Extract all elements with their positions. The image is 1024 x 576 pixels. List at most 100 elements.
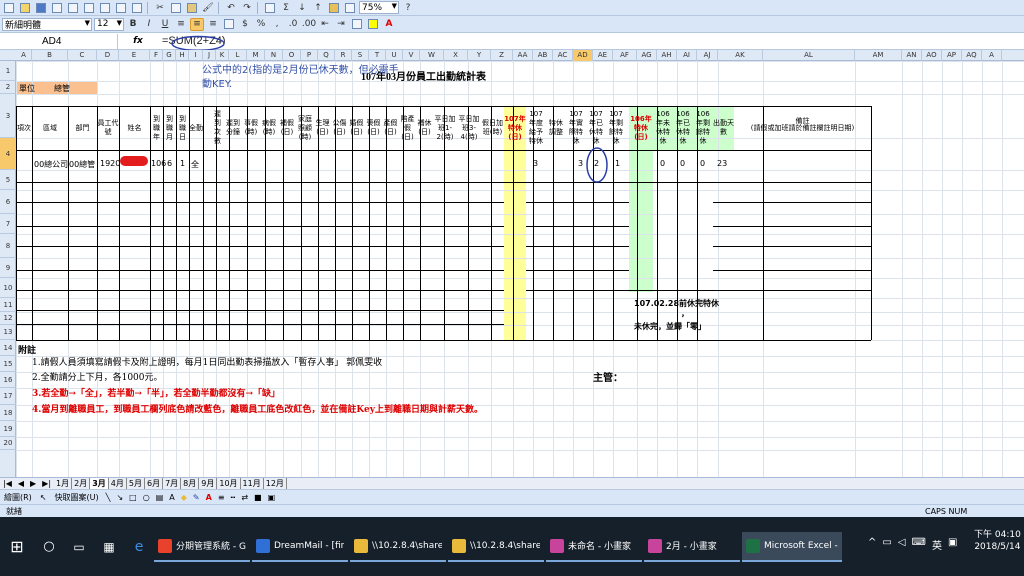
format-painter-icon[interactable]: 🖌 <box>201 1 215 14</box>
volume-icon[interactable]: ◁ <box>898 537 906 552</box>
tab-first-icon[interactable]: |◀ <box>3 479 12 488</box>
taskbar-app[interactable]: 未命名 - 小畫家 <box>546 532 642 562</box>
network-icon[interactable]: ▭ <box>882 537 891 552</box>
column-header[interactable]: L <box>229 50 247 61</box>
column-header[interactable]: AB <box>533 50 553 61</box>
sheet-tab[interactable]: 8月 <box>181 478 200 489</box>
comma-button[interactable]: , <box>270 18 284 31</box>
increase-decimal-icon[interactable]: .0 <box>286 18 300 31</box>
clock[interactable]: 下午 04:10 2018/5/14 <box>974 529 1021 553</box>
line-icon[interactable]: ╲ <box>106 493 111 502</box>
borders-icon[interactable] <box>350 18 364 31</box>
row-header[interactable]: 19 <box>0 421 16 437</box>
ime-indicator[interactable]: 英 <box>932 537 942 552</box>
tray-arrow-icon[interactable]: ^ <box>868 537 876 552</box>
arrow-style-icon[interactable]: ⇄ <box>241 493 248 502</box>
rectangle-icon[interactable]: □ <box>129 493 137 502</box>
draw-menu[interactable]: 繪圖(R) <box>4 492 32 503</box>
oval-icon[interactable]: ○ <box>143 493 150 502</box>
column-header[interactable]: P <box>301 50 318 61</box>
decrease-indent-icon[interactable]: ⇤ <box>318 18 332 31</box>
row-header[interactable]: 20 <box>0 437 16 450</box>
research-icon[interactable] <box>130 1 144 14</box>
autosum-icon[interactable]: Σ <box>279 1 293 14</box>
sheet-tab[interactable]: 6月 <box>145 478 164 489</box>
column-header[interactable]: Y <box>468 50 491 61</box>
column-header[interactable]: J <box>203 50 216 61</box>
column-header[interactable]: O <box>283 50 301 61</box>
row-header[interactable]: 12 <box>0 312 16 325</box>
tab-prev-icon[interactable]: ◀ <box>18 479 24 488</box>
wordart-icon[interactable]: A <box>169 493 174 502</box>
column-header[interactable]: U <box>386 50 403 61</box>
column-header[interactable]: V <box>403 50 420 61</box>
column-header[interactable]: AG <box>637 50 657 61</box>
column-header[interactable]: AD <box>573 50 593 61</box>
column-header[interactable]: G <box>163 50 176 61</box>
increase-indent-icon[interactable]: ⇥ <box>334 18 348 31</box>
font-name-select[interactable]: 新細明體 ▼ <box>2 17 92 31</box>
help-icon[interactable]: ? <box>401 1 415 14</box>
row-header[interactable]: 18 <box>0 405 16 421</box>
fx-icon[interactable]: fx <box>118 34 158 49</box>
row-header[interactable]: 3 <box>0 94 16 138</box>
row-header[interactable]: 11 <box>0 298 16 312</box>
search-icon[interactable]: ○ <box>34 539 64 554</box>
column-header[interactable]: AI <box>677 50 697 61</box>
new-icon[interactable] <box>2 1 16 14</box>
row-header[interactable]: 7 <box>0 214 16 234</box>
column-header[interactable]: A <box>982 50 1002 61</box>
paste-icon[interactable] <box>185 1 199 14</box>
sheet-tab[interactable]: 10月 <box>217 478 241 489</box>
currency-button[interactable]: $ <box>238 18 252 31</box>
row-header[interactable]: 2 <box>0 81 16 94</box>
column-header[interactable]: A <box>16 50 32 61</box>
fill-color-draw-icon[interactable]: ◆ <box>181 493 187 502</box>
name-box[interactable]: AD4 <box>0 33 118 49</box>
column-header[interactable]: AJ <box>697 50 718 61</box>
bold-button[interactable]: B <box>126 18 140 31</box>
column-header[interactable]: C <box>68 50 97 61</box>
row-header[interactable]: 10 <box>0 278 16 298</box>
sort-desc-icon[interactable]: ↑ <box>311 1 325 14</box>
column-header[interactable]: AC <box>553 50 573 61</box>
column-header[interactable]: F <box>150 50 163 61</box>
percent-button[interactable]: % <box>254 18 268 31</box>
font-size-select[interactable]: 12 ▼ <box>94 17 124 31</box>
windows-start-icon[interactable]: ⊞ <box>0 537 34 556</box>
column-header[interactable]: Z <box>491 50 513 61</box>
font-color-icon[interactable]: A <box>382 18 396 31</box>
ime-mode-icon[interactable]: ▣ <box>948 537 957 552</box>
font-color-draw-icon[interactable]: A <box>206 493 212 502</box>
file-explorer-icon[interactable]: ▦ <box>94 540 124 554</box>
line-style-icon[interactable]: ≡ <box>218 493 225 502</box>
email-icon[interactable] <box>66 1 80 14</box>
align-center-icon[interactable]: ≡ <box>190 17 204 31</box>
column-header[interactable]: AQ <box>962 50 982 61</box>
column-header[interactable]: H <box>176 50 189 61</box>
column-header[interactable]: B <box>32 50 68 61</box>
sheet-tab[interactable]: 2月 <box>72 478 91 489</box>
dash-style-icon[interactable]: ┅ <box>231 493 236 502</box>
arrow-icon[interactable]: ↘ <box>116 493 123 502</box>
taskbar-app[interactable]: \\10.2.8.4\share-... <box>448 532 544 562</box>
underline-button[interactable]: U <box>158 18 172 31</box>
cut-icon[interactable]: ✂ <box>153 1 167 14</box>
autoshape-menu[interactable]: 快取圖案(U) <box>55 492 99 503</box>
row-header[interactable]: 4 <box>0 138 16 170</box>
save-icon[interactable] <box>34 1 48 14</box>
row-header[interactable]: 17 <box>0 388 16 405</box>
drawing-icon[interactable] <box>343 1 357 14</box>
fill-color-icon[interactable] <box>366 18 380 31</box>
column-header[interactable]: AM <box>855 50 902 61</box>
row-header[interactable]: 9 <box>0 258 16 278</box>
row-header[interactable]: 8 <box>0 234 16 258</box>
line-color-icon[interactable]: ✎ <box>193 493 200 502</box>
column-header[interactable]: R <box>335 50 352 61</box>
zoom-select[interactable]: 75% ▼ <box>359 1 399 14</box>
hyperlink-icon[interactable] <box>263 1 277 14</box>
align-right-icon[interactable]: ≡ <box>206 18 220 31</box>
taskbar-app[interactable]: Microsoft Excel -... <box>742 531 842 562</box>
taskbar-app[interactable]: 2月 - 小畫家 <box>644 532 740 562</box>
column-header[interactable]: AF <box>613 50 637 61</box>
